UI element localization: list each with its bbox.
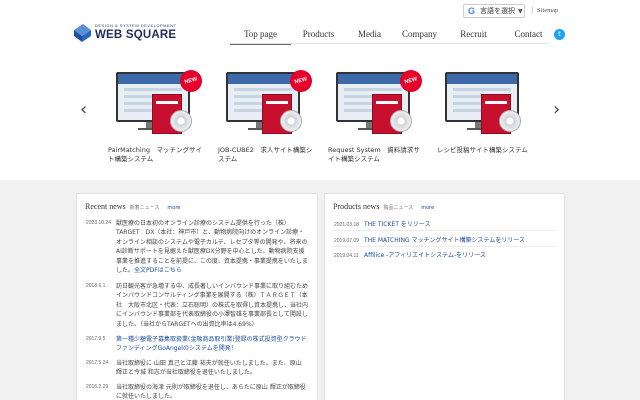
- product-news-link[interactable]: Affilice -アフィリエイトシステム-をリリース: [364, 250, 486, 259]
- product-news-item: 2021.03.18 THE TICKET をリリース: [334, 219, 431, 228]
- product-news-item: 2019.04.11 Affilice -アフィリエイトシステム-をリリース: [334, 250, 486, 259]
- product-image: [437, 68, 533, 140]
- slide-caption: レシピ投稿サイト構築システム: [437, 146, 528, 154]
- news-text: 訪日観光客が急増する中、成長著しいインバウンド事業に取り組むためインバウンドコン…: [116, 283, 309, 328]
- product-news-item: 2019.07.09 THE MATCHING マッチングサイト構築システムをリ…: [334, 235, 525, 244]
- slide-caption: Request System 資料請求サイト構築システム: [328, 146, 420, 163]
- chevron-right-icon[interactable]: ›: [553, 100, 560, 120]
- news-link[interactable]: 第一種少額電子募集取扱業(金融商品取引業)登録の株式投資型クラウドファンディング…: [116, 335, 308, 354]
- slide-caption: JOB-CUBE2 求人サイト構築システム: [218, 146, 313, 163]
- news-date: 2018.6.1: [86, 283, 106, 289]
- news-text: 獣医療の日本初のオンライン診療のシステム提供を行った（株）TARGET DX（本…: [116, 220, 308, 275]
- news-text: 当社取締役に 山田 真己と江藤 祐夫が就任いたしました。また、原山 輝正と今城 …: [116, 360, 302, 377]
- product-news-date: 2021.03.18: [334, 222, 360, 228]
- news-text: 当社取締役の海津 元則が取締役を退任し、あらたに原山 輝正が取締役に就任いたしま…: [116, 384, 306, 400]
- header-separator: |: [531, 6, 534, 14]
- recent-news-panel: Recent news 新着ニュース more 2023.10.24 獣医療の日…: [76, 193, 318, 400]
- language-select[interactable]: G 言語を選択 ▼: [463, 4, 525, 18]
- sitemap-link[interactable]: Sitemap: [537, 7, 558, 14]
- news-date: 2016.2.29: [86, 384, 109, 390]
- divider: [333, 230, 555, 231]
- news-item: 2017.5.24 当社取締役に 山田 真己と江藤 祐夫が就任いたしました。また…: [86, 359, 308, 378]
- twitter-icon[interactable]: t: [554, 29, 565, 40]
- product-image: NEW: [328, 67, 425, 140]
- chevron-left-icon[interactable]: ‹: [80, 100, 87, 120]
- chevron-down-icon: ▼: [518, 7, 523, 15]
- news-date: 2017.5.24: [86, 360, 109, 366]
- nav-divider: [230, 43, 548, 44]
- product-image: NEW: [108, 67, 205, 140]
- pdf-link[interactable]: 全文PDFはこちら: [134, 267, 182, 274]
- slide-caption: PairMatching マッチングサイト構築システム: [108, 146, 202, 163]
- products-news-panel: Products news 製品ニュース more 2021.03.18 THE…: [324, 193, 565, 400]
- news-item: 2016.2.29 当社取締役の海津 元則が取締役を退任し、あらたに原山 輝正が…: [86, 383, 308, 400]
- news-item: 2017.9.5 第一種少額電子募集取扱業(金融商品取引業)登録の株式投資型クラ…: [86, 335, 308, 354]
- news-item: 2018.6.1 訪日観光客が急増する中、成長著しいインバウンド事業に取り組むた…: [86, 282, 308, 329]
- products-news-title: Products news: [333, 202, 380, 211]
- recent-news-title: Recent news: [85, 202, 126, 211]
- product-news-link[interactable]: THE MATCHING マッチングサイト構築システムをリリース: [364, 235, 525, 244]
- news-date: 2023.10.24: [86, 220, 112, 226]
- product-news-link[interactable]: THE TICKET をリリース: [364, 219, 431, 228]
- carousel-slide[interactable]: レシピ投稿サイト構築システム: [437, 68, 533, 155]
- recent-news-subtitle: 新着ニュース: [129, 205, 160, 211]
- news-item: 2023.10.24 獣医療の日本初のオンライン診療のシステム提供を行った（株）…: [86, 219, 308, 275]
- product-news-date: 2019.07.09: [334, 238, 360, 244]
- carousel-slide[interactable]: NEW PairMatching マッチングサイト構築システム: [108, 67, 205, 164]
- recent-news-more-link[interactable]: more: [167, 205, 180, 211]
- products-news-subtitle: 製品ニュース: [383, 205, 414, 211]
- logo-mark-icon: [74, 24, 91, 42]
- divider: [333, 246, 555, 247]
- product-news-date: 2019.04.11: [334, 253, 359, 259]
- carousel-slide[interactable]: NEW Request System 資料請求サイト構築システム: [328, 67, 425, 164]
- logo-name: WEB SQUARE: [95, 29, 177, 41]
- product-image: NEW: [218, 67, 315, 140]
- site-logo[interactable]: DESIGN & SYSTEM DEVELOPMENT WEB SQUARE: [74, 22, 184, 44]
- logo-tagline: DESIGN & SYSTEM DEVELOPMENT: [95, 23, 177, 28]
- google-g-icon: G: [468, 5, 476, 16]
- news-date: 2017.9.5: [86, 336, 106, 342]
- language-select-label: 言語を選択: [480, 7, 515, 15]
- carousel-slide[interactable]: NEW JOB-CUBE2 求人サイト構築システム: [218, 67, 315, 164]
- products-news-more-link[interactable]: more: [421, 205, 434, 211]
